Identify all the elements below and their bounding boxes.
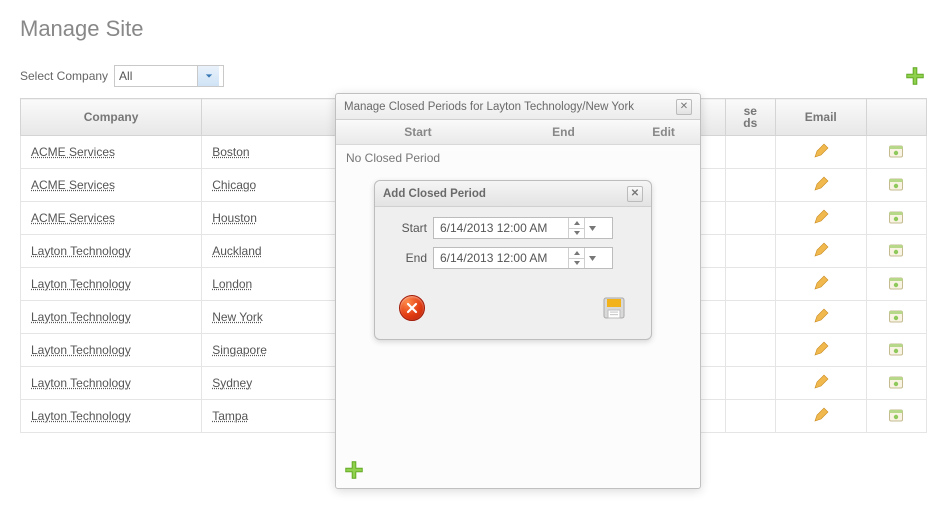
select-company-label: Select Company <box>20 69 108 83</box>
site-link[interactable]: New York <box>212 310 263 324</box>
edit-icon[interactable] <box>812 340 830 358</box>
site-link[interactable]: Auckland <box>212 244 261 258</box>
start-datetime-field[interactable] <box>433 217 613 239</box>
company-link[interactable]: Layton Technology <box>31 376 131 390</box>
company-link[interactable]: Layton Technology <box>31 409 131 423</box>
calendar-icon[interactable] <box>887 340 905 358</box>
edit-icon[interactable] <box>812 208 830 226</box>
edit-icon[interactable] <box>812 406 830 424</box>
col-close-periods-partial[interactable]: se ds <box>725 99 775 136</box>
company-select-input[interactable] <box>115 67 197 85</box>
start-dropdown-icon[interactable] <box>584 218 600 238</box>
site-link[interactable]: Singapore <box>212 343 267 357</box>
calendar-icon[interactable] <box>887 406 905 424</box>
spin-down-icon[interactable] <box>569 228 584 239</box>
col-actions <box>866 99 926 136</box>
company-link[interactable]: ACME Services <box>31 145 115 159</box>
add-site-button[interactable] <box>903 64 927 88</box>
spin-up-icon[interactable] <box>569 218 584 228</box>
site-link[interactable]: Sydney <box>212 376 252 390</box>
filter-toolbar: Select Company <box>20 64 927 88</box>
end-dropdown-icon[interactable] <box>584 248 600 268</box>
company-link[interactable]: Layton Technology <box>31 343 131 357</box>
calendar-icon[interactable] <box>887 208 905 226</box>
site-link[interactable]: Tampa <box>212 409 248 423</box>
spin-down-icon[interactable] <box>569 258 584 269</box>
add-closed-period-modal: Add Closed Period ✕ Start End <box>374 180 652 340</box>
site-link[interactable]: London <box>212 277 252 291</box>
calendar-icon[interactable] <box>887 142 905 160</box>
calendar-icon[interactable] <box>887 307 905 325</box>
edit-icon[interactable] <box>812 307 830 325</box>
spin-up-icon[interactable] <box>569 248 584 258</box>
close-icon[interactable]: ✕ <box>627 186 643 202</box>
end-datetime-input[interactable] <box>434 249 568 267</box>
periods-col-edit[interactable]: Edit <box>627 120 700 145</box>
edit-icon[interactable] <box>812 241 830 259</box>
end-label: End <box>389 251 427 265</box>
periods-table: Start End Edit <box>336 120 700 145</box>
save-button[interactable] <box>601 295 627 321</box>
start-label: Start <box>389 221 427 235</box>
add-period-button[interactable] <box>342 458 366 482</box>
company-link[interactable]: ACME Services <box>31 178 115 192</box>
start-spinner[interactable] <box>568 218 584 238</box>
calendar-icon[interactable] <box>887 373 905 391</box>
calendar-icon[interactable] <box>887 241 905 259</box>
closed-periods-title: Manage Closed Periods for Layton Technol… <box>344 101 634 113</box>
edit-icon[interactable] <box>812 274 830 292</box>
calendar-icon[interactable] <box>887 274 905 292</box>
company-link[interactable]: Layton Technology <box>31 277 131 291</box>
company-link[interactable]: ACME Services <box>31 211 115 225</box>
combo-trigger[interactable] <box>197 66 219 86</box>
company-select[interactable] <box>114 65 224 87</box>
site-link[interactable]: Houston <box>212 211 257 225</box>
page-title: Manage Site <box>20 16 927 42</box>
col-email[interactable]: Email <box>775 99 866 136</box>
start-datetime-input[interactable] <box>434 219 568 237</box>
periods-col-end[interactable]: End <box>500 120 627 145</box>
edit-icon[interactable] <box>812 142 830 160</box>
edit-icon[interactable] <box>812 175 830 193</box>
add-period-title: Add Closed Period <box>383 188 486 200</box>
closed-periods-modal: Manage Closed Periods for Layton Technol… <box>335 93 701 489</box>
end-datetime-field[interactable] <box>433 247 613 269</box>
edit-icon[interactable] <box>812 373 830 391</box>
company-link[interactable]: Layton Technology <box>31 310 131 324</box>
site-link[interactable]: Chicago <box>212 178 256 192</box>
company-link[interactable]: Layton Technology <box>31 244 131 258</box>
site-link[interactable]: Boston <box>212 145 249 159</box>
calendar-icon[interactable] <box>887 175 905 193</box>
no-closed-period-text: No Closed Period <box>336 145 700 171</box>
cancel-button[interactable] <box>399 295 425 321</box>
close-icon[interactable]: ✕ <box>676 99 692 115</box>
periods-col-start[interactable]: Start <box>336 120 500 145</box>
end-spinner[interactable] <box>568 248 584 268</box>
col-company[interactable]: Company <box>21 99 202 136</box>
